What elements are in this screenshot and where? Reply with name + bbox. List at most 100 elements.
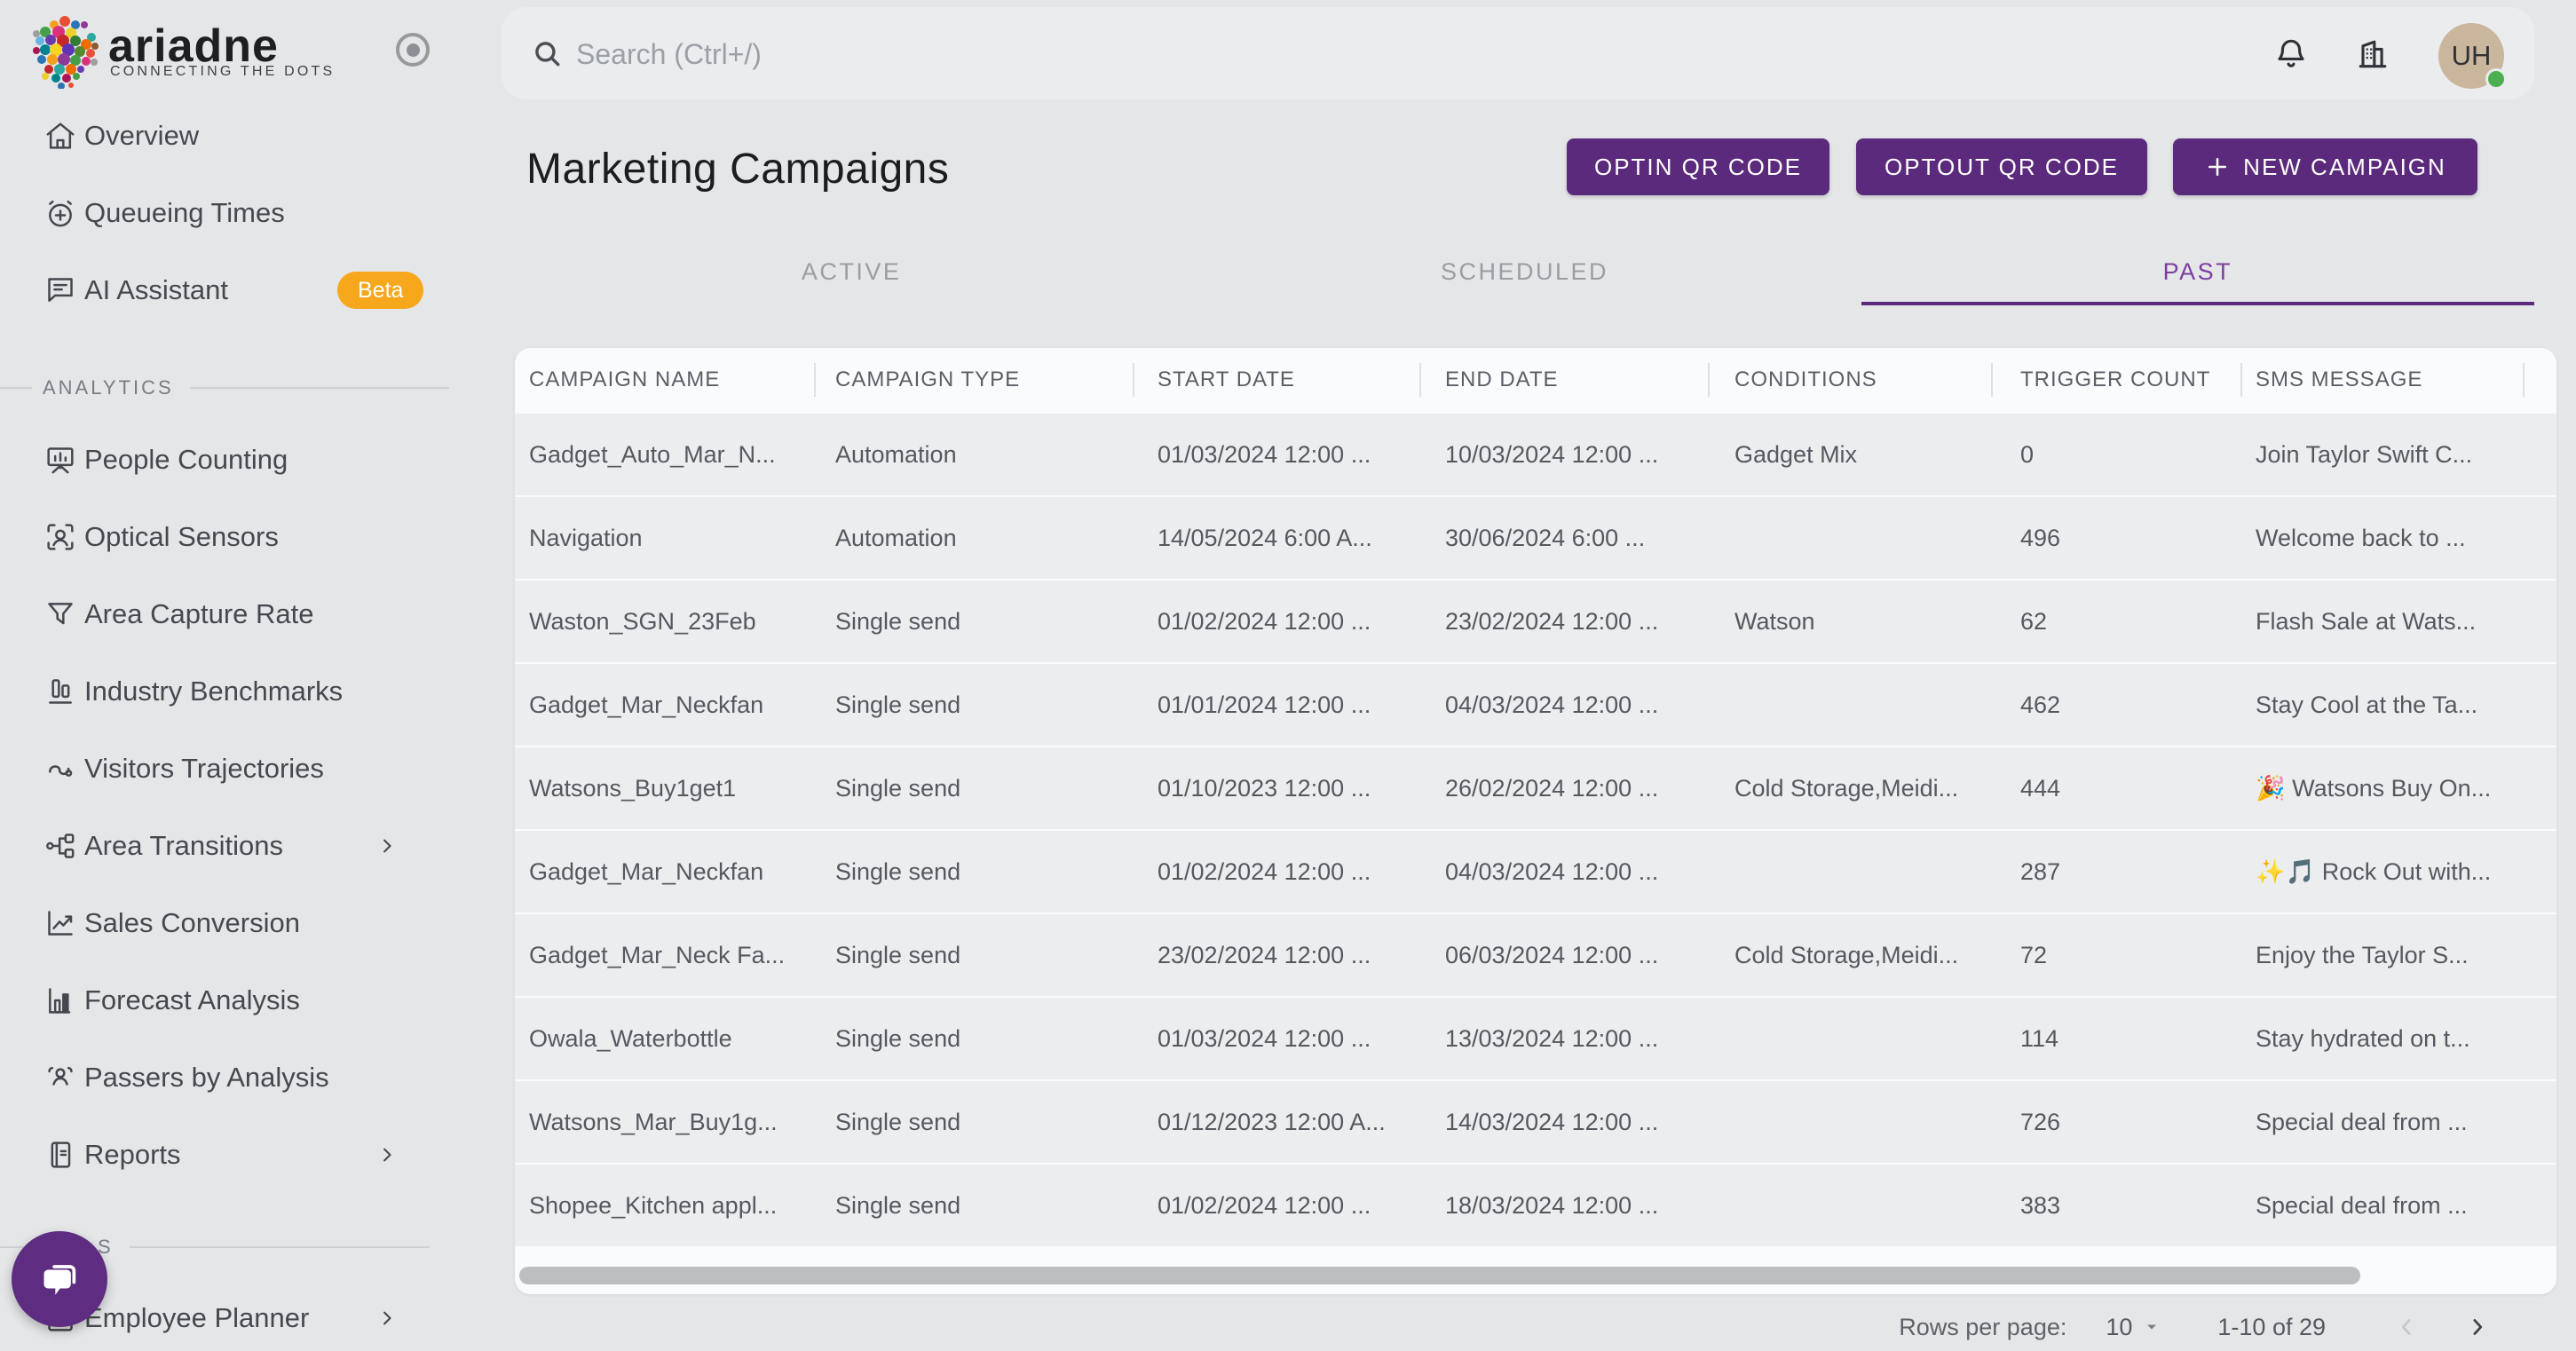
sidebar-item-passers-by-analysis[interactable]: Passers by Analysis: [0, 1039, 502, 1116]
table-cell-start-date: 01/10/2023 12:00 ...: [1133, 775, 1419, 802]
table-header: CAMPAIGN NAME CAMPAIGN TYPE START DATE E…: [515, 348, 2556, 412]
section-label: ANALYTICS: [43, 376, 174, 399]
bar-chart-icon: [43, 983, 78, 1018]
table-cell-campaign-type: Single send: [814, 691, 1133, 719]
table-cell-campaign-name: Gadget_Auto_Mar_N...: [515, 441, 814, 469]
button-label: NEW CAMPAIGN: [2243, 154, 2446, 181]
table-cell-campaign-type: Single send: [814, 608, 1133, 636]
search-input[interactable]: [574, 27, 1821, 82]
sidebar-item-area-capture-rate[interactable]: Area Capture Rate: [0, 575, 502, 652]
divider: [190, 387, 449, 389]
notifications-bell-icon[interactable]: [2272, 34, 2311, 73]
column-header-trigger-count: TRIGGER COUNT: [1991, 348, 2240, 412]
sidebar-item-label: Area Capture Rate: [84, 598, 313, 630]
table-cell-campaign-name: Waston_SGN_23Feb: [515, 608, 814, 636]
table-cell-campaign-name: Gadget_Mar_Neckfan: [515, 858, 814, 886]
sidebar-item-label: Sales Conversion: [84, 907, 300, 939]
table-cell-end-date: 23/02/2024 12:00 ...: [1419, 608, 1708, 636]
table-cell-campaign-name: Watsons_Mar_Buy1g...: [515, 1109, 814, 1136]
sidebar-item-label: Employee Planner: [84, 1302, 309, 1334]
table-row[interactable]: Gadget_Mar_NeckfanSingle send01/01/2024 …: [515, 662, 2556, 746]
sidebar-item-area-transitions[interactable]: Area Transitions: [0, 807, 502, 884]
table-row[interactable]: Gadget_Mar_Neck Fa...Single send23/02/20…: [515, 913, 2556, 996]
caret-down-icon: [2143, 1318, 2161, 1336]
table-cell-campaign-type: Automation: [814, 525, 1133, 552]
table-row[interactable]: Gadget_Auto_Mar_N...Automation01/03/2024…: [515, 412, 2556, 495]
chevron-right-icon: [375, 834, 399, 858]
table-cell-trigger-count: 0: [1991, 441, 2240, 469]
table-cell-start-date: 01/03/2024 12:00 ...: [1133, 441, 1419, 469]
tab-scheduled[interactable]: SCHEDULED: [1188, 238, 1861, 305]
record-target-icon: [407, 43, 420, 57]
table-cell-campaign-type: Single send: [814, 1109, 1133, 1136]
table-cell-start-date: 01/02/2024 12:00 ...: [1133, 608, 1419, 636]
sidebar-item-ai-assistant[interactable]: AI Assistant Beta: [0, 251, 502, 328]
scrollbar-thumb[interactable]: [519, 1267, 2360, 1284]
sidebar-item-label: Industry Benchmarks: [84, 676, 343, 707]
tab-active[interactable]: ACTIVE: [515, 238, 1188, 305]
sidebar-item-optical-sensors[interactable]: Optical Sensors: [0, 498, 502, 575]
page-title: Marketing Campaigns: [526, 133, 949, 204]
user-avatar[interactable]: UH: [2438, 23, 2504, 89]
marketing-campaigns-page: ariadne CONNECTING THE DOTS Overview Que…: [0, 0, 2576, 1351]
table-cell-start-date: 01/01/2024 12:00 ...: [1133, 691, 1419, 719]
table-cell-campaign-name: Navigation: [515, 525, 814, 552]
optin-qr-code-button[interactable]: OPTIN QR CODE: [1567, 138, 1829, 195]
optout-qr-code-button[interactable]: OPTOUT QR CODE: [1856, 138, 2147, 195]
table-row[interactable]: Watsons_Mar_Buy1g...Single send01/12/202…: [515, 1079, 2556, 1163]
optical-sensor-icon: [43, 519, 78, 555]
table-cell-conditions: Gadget Mix: [1708, 441, 1991, 469]
table-cell-sms-message: Stay hydrated on t...: [2240, 1025, 2556, 1053]
previous-page-button[interactable]: [2393, 1314, 2420, 1340]
tab-past[interactable]: PAST: [1861, 238, 2534, 305]
sidebar-item-forecast-analysis[interactable]: Forecast Analysis: [0, 961, 502, 1039]
horizontal-scrollbar: [515, 1246, 2556, 1294]
sidebar-item-label: AI Assistant: [84, 274, 228, 306]
table-row[interactable]: Waston_SGN_23FebSingle send01/02/2024 12…: [515, 579, 2556, 662]
sidebar-collapse-toggle[interactable]: [396, 33, 430, 67]
column-divider: [2523, 363, 2525, 397]
sidebar-item-people-counting[interactable]: People Counting: [0, 421, 502, 498]
sidebar-item-sales-conversion[interactable]: Sales Conversion: [0, 884, 502, 961]
avatar-initials: UH: [2452, 40, 2492, 72]
tab-label: ACTIVE: [802, 258, 902, 286]
people-counting-icon: [43, 442, 78, 478]
sidebar-item-overview[interactable]: Overview: [0, 97, 502, 174]
table-cell-sms-message: Welcome back to ...: [2240, 525, 2556, 552]
table-row[interactable]: NavigationAutomation14/05/2024 6:00 A...…: [515, 495, 2556, 579]
new-campaign-button[interactable]: NEW CAMPAIGN: [2173, 138, 2477, 195]
pagination: Rows per page: 10 1-10 of 29: [1899, 1303, 2491, 1351]
sidebar-item-visitors-trajectories[interactable]: Visitors Trajectories: [0, 730, 502, 807]
rows-per-page-select[interactable]: 10: [2106, 1314, 2161, 1341]
table-cell-trigger-count: 62: [1991, 608, 2240, 636]
column-header-campaign-type: CAMPAIGN TYPE: [814, 348, 1133, 412]
trajectory-icon: [43, 751, 78, 786]
table-row[interactable]: Gadget_Mar_NeckfanSingle send01/02/2024 …: [515, 829, 2556, 913]
campaigns-table-card: CAMPAIGN NAME CAMPAIGN TYPE START DATE E…: [515, 348, 2556, 1294]
search-icon: [530, 36, 564, 70]
table-cell-trigger-count: 72: [1991, 942, 2240, 969]
table-row[interactable]: Watsons_Buy1get1Single send01/10/2023 12…: [515, 746, 2556, 829]
next-page-button[interactable]: [2464, 1314, 2491, 1340]
button-label: OPTIN QR CODE: [1594, 154, 1802, 181]
organization-building-icon[interactable]: [2353, 34, 2392, 73]
column-header-sms-message: SMS MESSAGE: [2240, 348, 2556, 412]
table-cell-campaign-type: Automation: [814, 441, 1133, 469]
sidebar-item-industry-benchmarks[interactable]: Industry Benchmarks: [0, 652, 502, 730]
table-cell-trigger-count: 496: [1991, 525, 2240, 552]
chat-launcher-button[interactable]: [12, 1231, 107, 1327]
sidebar-item-queueing-times[interactable]: Queueing Times: [0, 174, 502, 251]
pagination-range: 1-10 of 29: [2217, 1314, 2326, 1341]
table-cell-trigger-count: 444: [1991, 775, 2240, 802]
chat-icon: [43, 273, 78, 308]
nav-top: Overview Queueing Times AI Assistant Bet…: [0, 97, 502, 328]
nav-analytics: People Counting Optical Sensors Area Cap…: [0, 421, 502, 1193]
table-row[interactable]: Owala_WaterbottleSingle send01/03/2024 1…: [515, 996, 2556, 1079]
table-cell-trigger-count: 726: [1991, 1109, 2240, 1136]
table-cell-conditions: Cold Storage,Meidi...: [1708, 942, 1991, 969]
column-header-conditions: CONDITIONS: [1708, 348, 1991, 412]
table-cell-end-date: 06/03/2024 12:00 ...: [1419, 942, 1708, 969]
table-cell-sms-message: Special deal from ...: [2240, 1192, 2556, 1220]
sidebar-item-reports[interactable]: Reports: [0, 1116, 502, 1193]
table-row[interactable]: Shopee_Kitchen appl...Single send01/02/2…: [515, 1163, 2556, 1246]
